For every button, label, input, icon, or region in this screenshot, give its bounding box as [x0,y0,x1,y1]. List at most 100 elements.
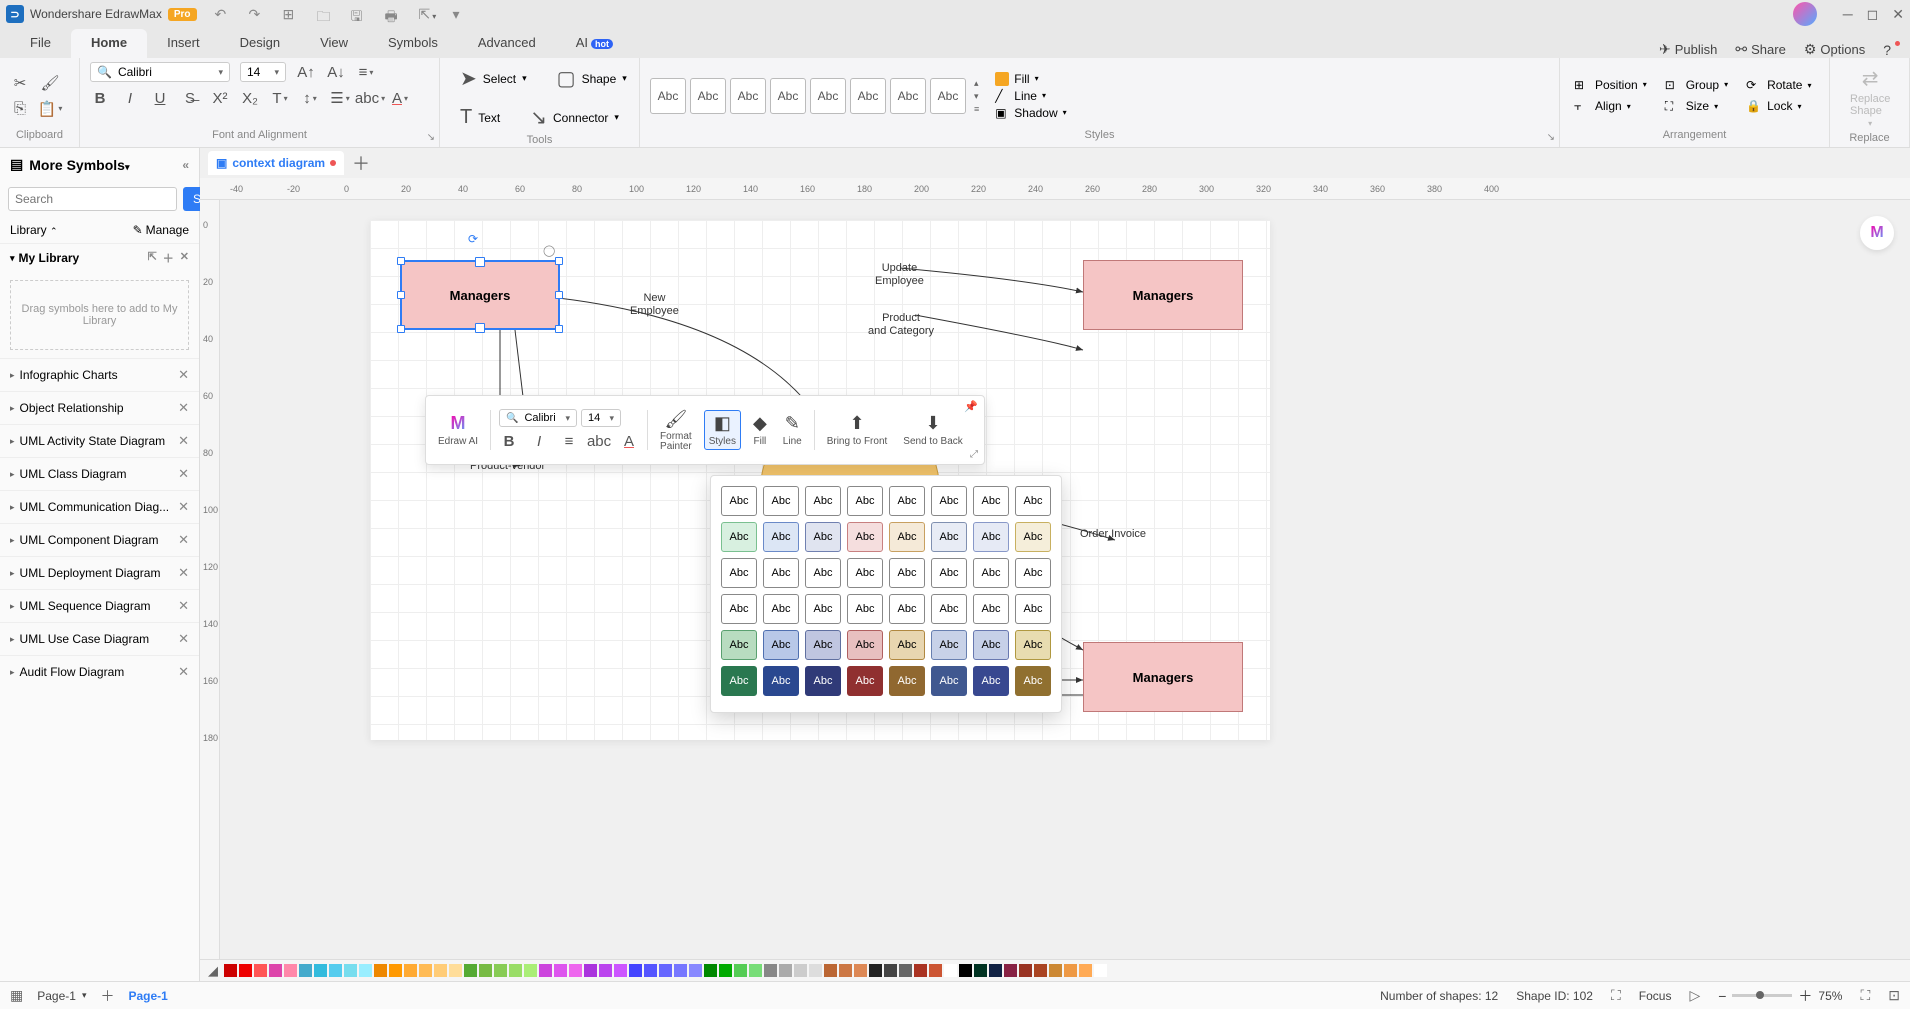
current-page-name[interactable]: Page-1 [128,989,167,1003]
style-swatch[interactable]: Abc [805,522,841,552]
select-tool[interactable]: ➤Select▾ [450,62,537,95]
color-swatch[interactable] [539,964,552,977]
line-button[interactable]: ╱Line▾ [995,89,1066,103]
style-swatch[interactable]: Abc [931,522,967,552]
text-direction-icon[interactable]: T [270,88,290,108]
align-button[interactable]: ⫟Align▾ [1570,97,1651,116]
focus-label[interactable]: Focus [1639,989,1672,1003]
line-spacing-icon[interactable]: ↕ [300,88,320,108]
close-group-icon[interactable]: ✕ [178,466,189,482]
style-swatch[interactable]: Abc [763,486,799,516]
print-icon[interactable]: 🖶 [385,6,401,22]
text-transform-icon[interactable]: abc [360,88,380,108]
color-swatch[interactable] [584,964,597,977]
styles-launcher-icon[interactable]: ↘ [1547,132,1555,143]
publish-button[interactable]: ✈Publish [1659,41,1717,58]
style-swatch[interactable]: Abc [889,630,925,660]
color-swatch[interactable] [359,964,372,977]
new-icon[interactable]: ⊞ [283,6,299,22]
zoom-slider[interactable] [1732,994,1792,997]
color-swatch[interactable] [224,964,237,977]
style-swatch[interactable]: Abc [805,594,841,624]
save-icon[interactable]: 🖫 [351,6,367,22]
gallery-more-icon[interactable]: ≡ [974,104,979,114]
style-gallery[interactable]: Abc Abc Abc Abc Abc Abc Abc Abc ▴▾≡ [650,78,979,114]
shape-managers-br[interactable]: Managers [1083,642,1243,712]
gallery-up-icon[interactable]: ▴ [974,78,979,89]
style-swatch[interactable]: Abc [763,558,799,588]
style-swatch[interactable]: Abc [763,594,799,624]
close-group-icon[interactable]: ✕ [178,565,189,581]
color-swatch[interactable] [794,964,807,977]
size-button[interactable]: ⛶Size▾ [1661,97,1732,116]
style-swatch[interactable]: Abc [721,522,757,552]
color-swatch[interactable] [1034,964,1047,977]
mini-italic-icon[interactable]: I [529,431,549,451]
color-swatch[interactable] [674,964,687,977]
color-swatch[interactable] [839,964,852,977]
color-swatch[interactable] [1079,964,1092,977]
gallery-down-icon[interactable]: ▾ [974,91,979,102]
color-swatch[interactable] [854,964,867,977]
color-swatch[interactable] [689,964,702,977]
style-swatch[interactable]: Abc [973,522,1009,552]
symbol-group-item[interactable]: ▸Infographic Charts✕ [0,358,199,391]
color-swatch[interactable] [749,964,762,977]
font-size-select[interactable]: 14▾ [240,62,286,82]
style-swatch[interactable]: Abc [931,594,967,624]
document-tab[interactable]: ▣ context diagram [208,151,344,175]
italic-icon[interactable]: I [120,88,140,108]
style-swatch[interactable]: Abc [1015,486,1051,516]
symbol-group-item[interactable]: ▸UML Use Case Diagram✕ [0,622,199,655]
mini-expand-icon[interactable]: ⤢ [970,449,978,460]
lock-button[interactable]: 🔒Lock▾ [1742,97,1815,115]
color-swatch[interactable] [374,964,387,977]
underline-icon[interactable]: U [150,88,170,108]
manage-library-button[interactable]: ✎Manage [133,223,189,237]
style-swatch[interactable]: Abc [763,522,799,552]
close-button[interactable]: ✕ [1892,6,1904,23]
style-swatch[interactable]: Abc [1015,522,1051,552]
symbol-group-item[interactable]: ▸UML Class Diagram✕ [0,457,199,490]
shape-managers-tr[interactable]: Managers [1083,260,1243,330]
more-symbols-label[interactable]: More Symbols▾ [29,157,129,173]
page-select[interactable]: Page-1 ▾ [37,989,86,1003]
color-swatch[interactable] [389,964,402,977]
color-swatch[interactable] [569,964,582,977]
color-swatch[interactable] [764,964,777,977]
tab-symbols[interactable]: Symbols [368,29,458,58]
copy-icon[interactable]: ⎘ [10,99,30,119]
focus-mode-icon[interactable]: ⛶ [1611,987,1621,1004]
style-swatch[interactable]: Abc [847,666,883,696]
align-h-icon[interactable]: ≡ [356,62,376,82]
color-swatch[interactable] [959,964,972,977]
style-swatch[interactable]: Abc [805,486,841,516]
minimize-button[interactable]: ─ [1843,6,1853,22]
font-family-select[interactable]: 🔍Calibri▾ [90,62,230,82]
color-swatch[interactable] [449,964,462,977]
color-swatch[interactable] [974,964,987,977]
style-preset[interactable]: Abc [890,78,926,114]
fill-button[interactable]: Fill▾ [995,72,1066,86]
color-swatch[interactable] [929,964,942,977]
style-preset[interactable]: Abc [770,78,806,114]
close-group-icon[interactable]: ✕ [178,400,189,416]
style-swatch[interactable]: Abc [763,666,799,696]
text-tool[interactable]: TText [450,102,510,133]
zoom-in-button[interactable]: ＋ [1798,986,1812,1006]
color-swatch[interactable] [614,964,627,977]
style-swatch[interactable]: Abc [805,666,841,696]
cut-icon[interactable]: ✂ [10,73,30,93]
strikethrough-icon[interactable]: S̶ [180,88,200,108]
mini-texttransform-icon[interactable]: abc [589,431,609,451]
color-swatch[interactable] [509,964,522,977]
style-preset[interactable]: Abc [930,78,966,114]
style-swatch[interactable]: Abc [889,558,925,588]
position-button[interactable]: ⊞Position▾ [1570,76,1651,94]
close-group-icon[interactable]: ✕ [178,631,189,647]
style-swatch[interactable]: Abc [721,666,757,696]
rotate-button[interactable]: ⟳Rotate▾ [1742,76,1815,94]
style-preset[interactable]: Abc [730,78,766,114]
style-swatch[interactable]: Abc [1015,666,1051,696]
style-swatch[interactable]: Abc [847,630,883,660]
